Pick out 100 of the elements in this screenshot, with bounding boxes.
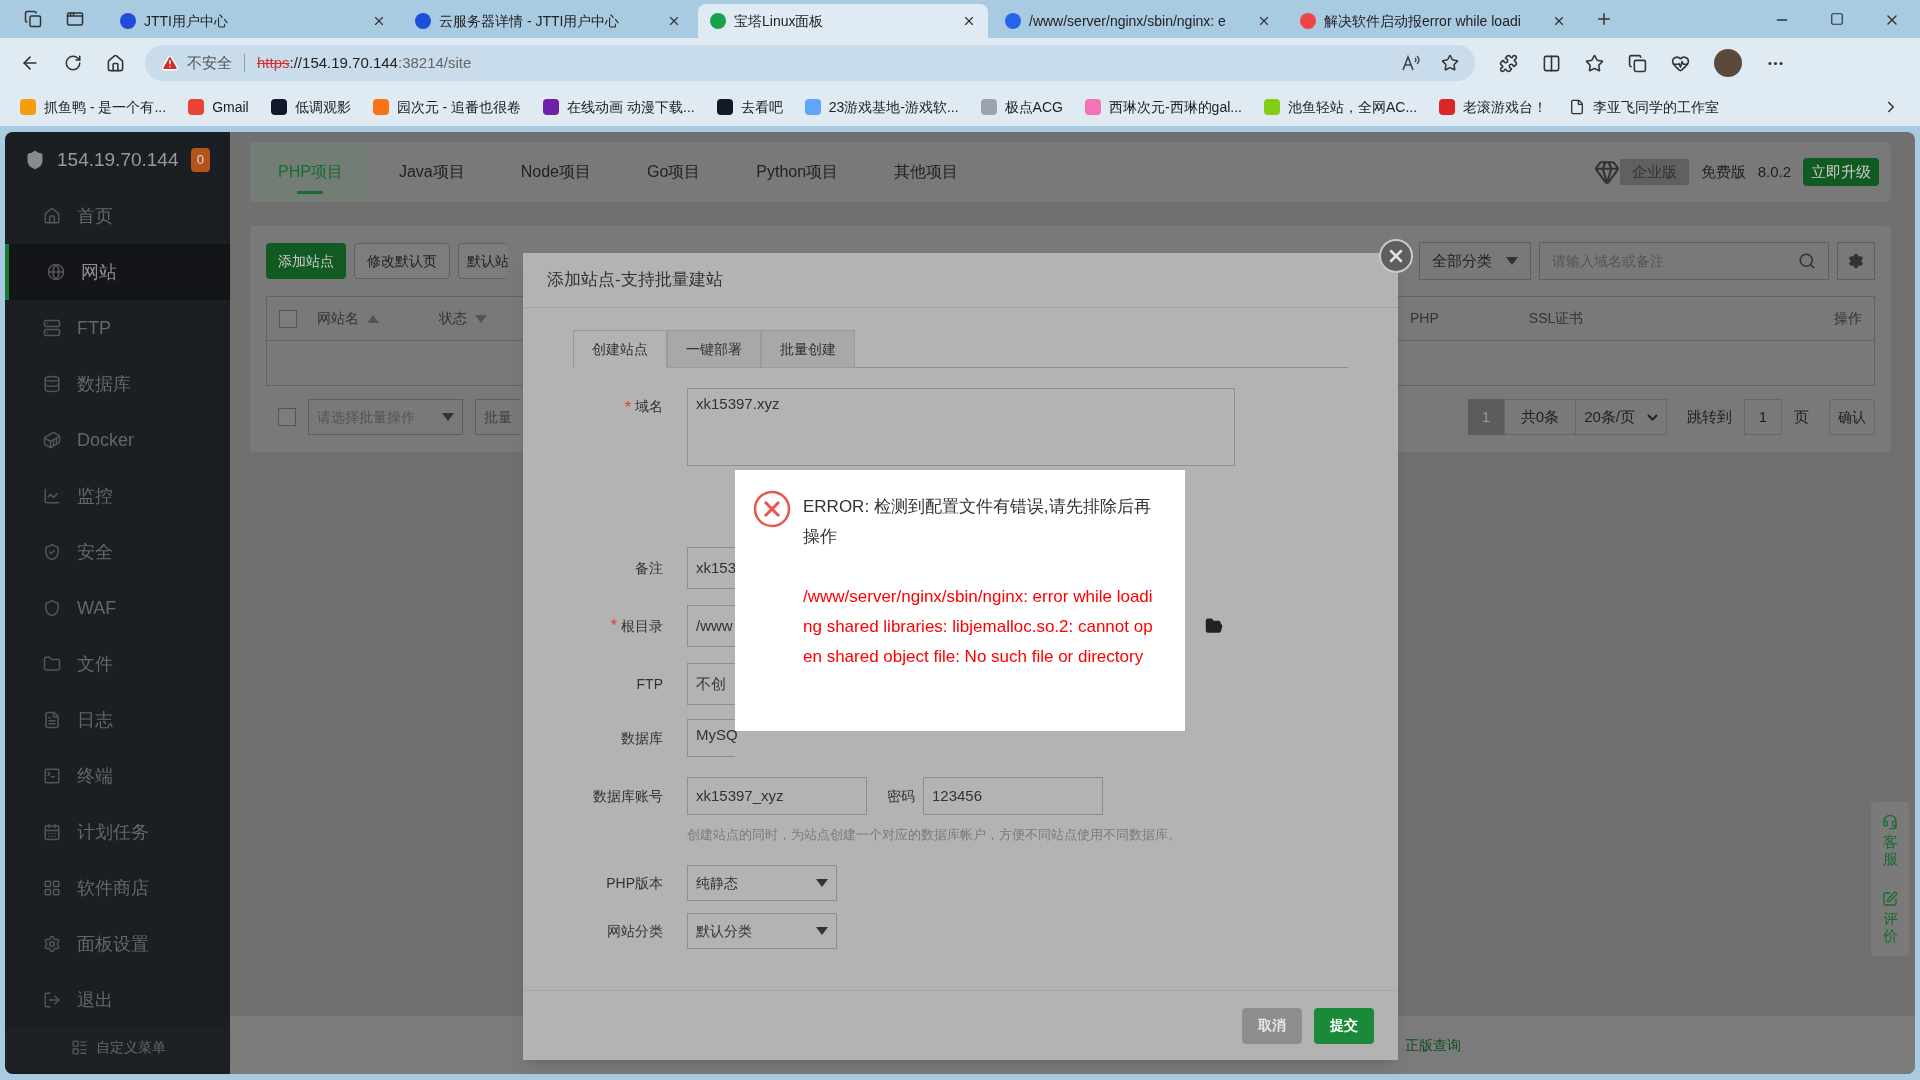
bookmark[interactable]: 李亚飞同学的工作室: [1569, 96, 1720, 118]
bookmark[interactable]: 低调观影: [270, 96, 351, 118]
required-mark: *: [610, 616, 617, 636]
tab-title: 云服务器详情 - JTTI用户中心: [439, 11, 621, 31]
bookmark[interactable]: 在线动画 动漫下载...: [543, 96, 695, 118]
sidebar-item[interactable]: 计划任务: [5, 804, 230, 860]
address-bar[interactable]: 不安全 https://154.19.70.144:38214/site: [145, 45, 1475, 81]
upgrade-button[interactable]: 立即升级: [1803, 157, 1879, 187]
sidebar-item[interactable]: Docker: [5, 412, 230, 468]
sidebar-item[interactable]: 软件商店: [5, 860, 230, 916]
sidebar-item[interactable]: 数据库: [5, 356, 230, 412]
jump-input[interactable]: 1: [1744, 399, 1782, 435]
diamond-icon: [1593, 159, 1620, 185]
bookmark[interactable]: 园次元 - 追番也很卷: [372, 96, 522, 118]
sidebar-item[interactable]: 安全: [5, 524, 230, 580]
error-title: ERROR: 检测到配置文件有错误,请先排除后再操作: [803, 496, 1152, 548]
sidebar-item[interactable]: 网站: [5, 244, 230, 300]
maximize-icon[interactable]: [1830, 12, 1844, 26]
sidebar-item[interactable]: WAF: [5, 580, 230, 636]
database-select[interactable]: MySQ: [687, 719, 735, 757]
tab-actions-icon[interactable]: [66, 10, 84, 28]
dialog-tab[interactable]: 创建站点: [573, 330, 667, 368]
sidebar-item[interactable]: 首页: [5, 188, 230, 244]
bookmark[interactable]: 老滚游戏台！: [1439, 96, 1548, 118]
toolbar-button[interactable]: 默认站: [458, 243, 508, 279]
split-screen-icon[interactable]: [1542, 53, 1561, 73]
close-icon[interactable]: [667, 14, 681, 28]
page-number[interactable]: 1: [1467, 399, 1504, 435]
health-icon[interactable]: [1671, 53, 1690, 73]
notification-badge[interactable]: 0: [190, 148, 210, 172]
confirm-button[interactable]: 确认: [1829, 399, 1875, 435]
close-icon[interactable]: [372, 14, 386, 28]
sidebar-item[interactable]: 面板设置: [5, 916, 230, 972]
bookmark[interactable]: 抓鱼鸭 - 是一个有...: [20, 96, 167, 118]
bookmark[interactable]: 去看吧: [716, 96, 783, 118]
field-label: PHP版本: [606, 873, 663, 893]
close-icon[interactable]: [1257, 14, 1271, 28]
favorite-icon[interactable]: [1441, 54, 1459, 72]
page-icon: [1569, 99, 1586, 115]
close-icon[interactable]: [1552, 14, 1566, 28]
column-header[interactable]: 状态: [439, 308, 467, 329]
dialog-title: 添加站点-支持批量建站: [547, 269, 723, 292]
security-label: 不安全: [187, 52, 232, 73]
settings-icon: [1848, 253, 1864, 269]
tab-title: 宝塔Linux面板: [734, 11, 825, 31]
folder-icon[interactable]: [1205, 617, 1223, 635]
select-all-checkbox[interactable]: [279, 309, 297, 328]
workspaces-icon[interactable]: [24, 10, 42, 28]
caret-icon: [816, 927, 828, 935]
toolbar-button[interactable]: 修改默认页: [354, 243, 450, 279]
dialog-tab[interactable]: 一键部署: [667, 330, 761, 368]
input-field[interactable]: xk15397_xyz: [687, 777, 867, 815]
extensions-icon[interactable]: [1499, 53, 1518, 73]
toolbar-button[interactable]: 添加站点: [266, 243, 346, 279]
project-tab[interactable]: Java项目: [370, 142, 493, 202]
bookmark[interactable]: 极点ACG: [980, 96, 1063, 118]
dialog-tab[interactable]: 批量创建: [761, 330, 855, 368]
field-label: 数据库: [621, 728, 663, 748]
favicon-icon: [716, 99, 733, 115]
bookmark[interactable]: Gmail: [188, 96, 249, 118]
close-icon[interactable]: [962, 14, 976, 28]
category-select[interactable]: 全部分类: [1419, 242, 1531, 280]
home-icon: [43, 207, 61, 225]
project-tab[interactable]: 其他项目: [866, 142, 987, 202]
bookmark[interactable]: 23游戏基地-游戏软...: [804, 96, 959, 118]
select-field[interactable]: 默认分类: [687, 913, 837, 949]
row-checkbox[interactable]: [278, 408, 296, 426]
favicon-icon: [710, 13, 726, 29]
select-field[interactable]: 纯静态: [687, 865, 837, 901]
domain-textarea[interactable]: xk15397.xyz: [687, 388, 1235, 466]
column-header[interactable]: 网站名: [317, 308, 359, 329]
read-aloud-icon[interactable]: [1401, 54, 1421, 72]
field-label: FTP: [636, 674, 663, 694]
project-tab[interactable]: Python项目: [728, 142, 867, 202]
genuine-check-link[interactable]: 正版查询: [1405, 1034, 1461, 1056]
project-tab[interactable]: Go项目: [618, 142, 729, 202]
new-tab-icon[interactable]: [1595, 10, 1613, 28]
sidebar-item[interactable]: 监控: [5, 468, 230, 524]
sidebar-item[interactable]: 终端: [5, 748, 230, 804]
page-size-select[interactable]: 20条/页: [1576, 399, 1667, 435]
sidebar-item[interactable]: 文件: [5, 636, 230, 692]
profile-avatar[interactable]: [1714, 49, 1742, 77]
favicon-icon: [1300, 13, 1316, 29]
version-label: 8.0.2: [1757, 161, 1791, 182]
password-field[interactable]: 123456: [923, 777, 1103, 815]
bookmark[interactable]: 池鱼轻站，全网AC...: [1263, 96, 1418, 118]
settings-button[interactable]: [1837, 242, 1875, 280]
project-tab[interactable]: Node项目: [492, 142, 619, 202]
bookmark[interactable]: 西琳次元-西琳的gal...: [1084, 96, 1242, 118]
sidebar-item[interactable]: 日志: [5, 692, 230, 748]
reload-icon[interactable]: [64, 54, 82, 72]
search-icon[interactable]: [1798, 252, 1816, 270]
sidebar-item[interactable]: 退出: [5, 972, 230, 1028]
warning-icon: [161, 54, 179, 72]
favorites-icon[interactable]: [1585, 53, 1604, 73]
browser-tab[interactable]: 宝塔Linux面板: [698, 4, 988, 38]
submit-button[interactable]: 提交: [1314, 1007, 1374, 1044]
home-icon[interactable]: [106, 53, 125, 73]
collections-icon[interactable]: [1628, 53, 1647, 73]
sidebar-item[interactable]: FTP: [5, 300, 230, 356]
